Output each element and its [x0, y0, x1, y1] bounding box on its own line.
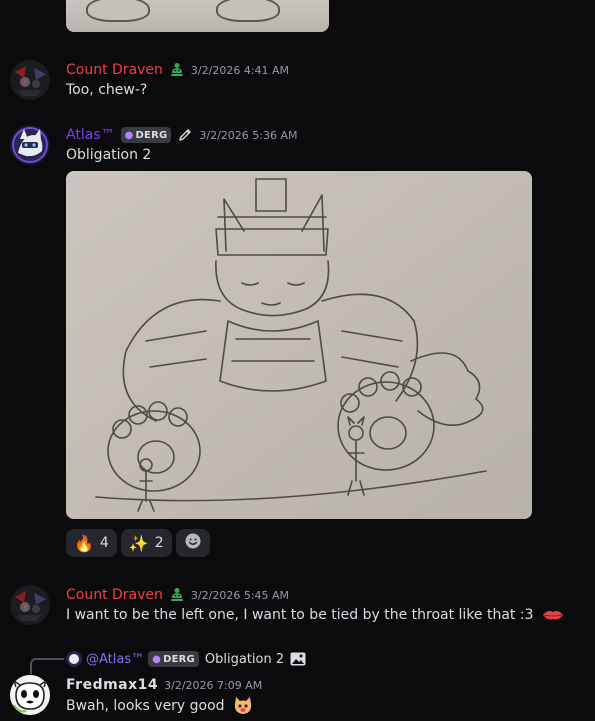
avatar[interactable] — [10, 125, 50, 165]
reply-mention[interactable]: @Atlas™ — [86, 652, 144, 667]
timestamp: 3/2/2026 4:41 AM — [190, 63, 290, 77]
reply-connector — [30, 658, 64, 674]
lips-emoji — [542, 609, 564, 621]
username[interactable]: Fredmax14 — [66, 677, 158, 693]
message-text: Too, chew-? — [66, 82, 148, 98]
message-text-line: I want to be the left one, I want to be … — [66, 607, 564, 623]
avatar[interactable] — [10, 60, 50, 100]
message-text: I want to be the left one, I want to be … — [66, 607, 534, 623]
avatar[interactable] — [10, 585, 50, 625]
image-icon — [290, 652, 306, 666]
reaction-count: 4 — [99, 535, 109, 551]
add-reaction-button[interactable] — [175, 529, 210, 557]
message-atlas: Atlas™ ● DERG 3/2/2026 5:36 AM Obligatio… — [0, 125, 595, 169]
role-badge: ● DERG — [120, 127, 172, 143]
username[interactable]: Count Draven — [66, 587, 163, 603]
badge-label: DERG — [135, 129, 168, 141]
sparkles-emoji: ✨ — [128, 533, 149, 553]
chat-message-list: Count Draven 3/2/2026 4:41 AM Too, chew-… — [0, 0, 595, 721]
message-count-draven-1: Count Draven 3/2/2026 4:41 AM Too, chew-… — [0, 60, 595, 104]
green-android-icon — [169, 587, 185, 603]
message-fredmax14: Fredmax14 3/2/2026 7:09 AM Bwah, looks v… — [0, 675, 595, 721]
timestamp: 3/2/2026 7:09 AM — [164, 678, 263, 692]
role-badge: ● DERG — [148, 651, 199, 667]
flame-icon: ● — [124, 129, 134, 141]
message-count-draven-2: Count Draven 3/2/2026 5:45 AM I want to … — [0, 585, 595, 629]
cat-face-emoji — [233, 696, 253, 716]
pen-icon — [177, 127, 193, 143]
message-text-line: Bwah, looks very good — [66, 696, 253, 716]
green-android-icon — [169, 62, 185, 78]
image-attachment[interactable] — [66, 171, 532, 519]
badge-label: DERG — [163, 653, 195, 665]
username[interactable]: Count Draven — [66, 62, 163, 78]
reaction-fire[interactable]: 🔥 4 — [66, 529, 117, 557]
message-text: Obligation 2 — [66, 147, 152, 163]
flame-icon: ● — [152, 653, 162, 665]
reply-avatar — [66, 651, 82, 667]
reactions-bar: 🔥 4 ✨ 2 — [66, 529, 210, 557]
fire-emoji: 🔥 — [74, 533, 94, 553]
reply-preview[interactable]: @Atlas™ ● DERG Obligation 2 — [66, 650, 306, 668]
avatar[interactable] — [10, 675, 50, 715]
timestamp: 3/2/2026 5:36 AM — [199, 128, 298, 142]
message-text: Bwah, looks very good — [66, 698, 225, 714]
add-reaction-icon — [184, 532, 202, 554]
username[interactable]: Atlas™ — [66, 127, 115, 143]
reply-text: Obligation 2 — [204, 651, 285, 667]
timestamp: 3/2/2026 5:45 AM — [190, 588, 290, 602]
reaction-count: 2 — [154, 535, 164, 551]
pencil-sketch-image — [66, 171, 532, 519]
reaction-sparkles[interactable]: ✨ 2 — [120, 529, 172, 557]
previous-image-attachment[interactable] — [66, 0, 329, 32]
